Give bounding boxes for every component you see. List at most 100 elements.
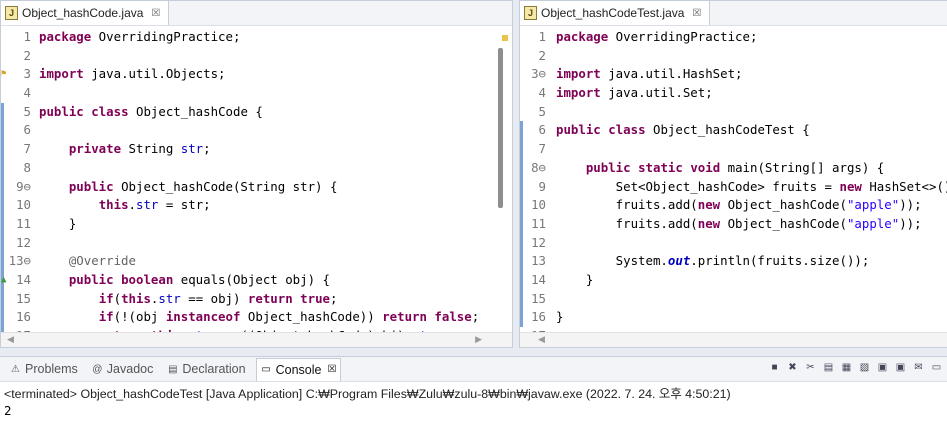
tab-object-hashcode-test[interactable]: J Object_hashCodeTest.java ☒ [520, 1, 711, 25]
code-line[interactable]: 6 public class Object_hashCodeTest { [520, 121, 947, 141]
code-text[interactable]: import java.util.Set; [556, 84, 713, 103]
remove-all-icon[interactable]: ✂ [804, 361, 817, 374]
editor-right[interactable]: J Object_hashCodeTest.java ☒ 1 package Ov… [519, 0, 947, 348]
gutter[interactable]: ⚑ 3 [1, 65, 35, 84]
code-line[interactable]: 7 [520, 140, 947, 159]
gutter[interactable]: 16 [520, 308, 554, 327]
code-text[interactable]: Set<Object_hashCode> fruits = new HashSe… [556, 178, 947, 197]
code-line[interactable]: 2 [520, 47, 947, 66]
code-line[interactable]: 9 Set<Object_hashCode> fruits = new Hash… [520, 177, 947, 197]
gutter[interactable]: 2 [1, 47, 35, 66]
code-line[interactable]: 12 [520, 233, 947, 253]
tab-console[interactable]: ▭ Console ☒ [255, 357, 342, 381]
remove-launch-icon[interactable]: ✖ [786, 361, 799, 374]
code-text[interactable]: package OverridingPractice; [39, 28, 240, 47]
code-text[interactable]: fruits.add(new Object_hashCode("apple"))… [556, 215, 922, 234]
code-text[interactable]: fruits.add(new Object_hashCode("apple"))… [556, 196, 922, 215]
gutter[interactable]: 16 [1, 308, 35, 327]
code-line[interactable]: 7 private String str; [1, 140, 512, 159]
code-text[interactable]: public boolean equals(Object obj) { [39, 271, 330, 290]
gutter[interactable]: 10 [520, 196, 554, 215]
gutter[interactable]: 12 [1, 233, 35, 253]
code-line[interactable]: 11 fruits.add(new Object_hashCode("apple… [520, 214, 947, 234]
gutter[interactable]: 9 [520, 177, 554, 197]
gutter[interactable]: 5 [1, 102, 35, 122]
gutter[interactable]: 11 [1, 214, 35, 234]
gutter[interactable]: 12 [520, 233, 554, 253]
code-text[interactable]: public class Object_hashCodeTest { [556, 121, 810, 140]
code-line[interactable]: 15 if(this.str == obj) return true; [1, 289, 512, 309]
gutter[interactable]: ▲ 14 [1, 270, 35, 290]
scroll-left-icon[interactable]: ◀ [538, 334, 545, 345]
code-text[interactable]: private String str; [39, 140, 211, 159]
horizontal-scrollbar[interactable]: ◀ ▶ [1, 332, 512, 347]
code-line[interactable]: 9⊖ public Object_hashCode(String str) { [1, 177, 512, 197]
code-text[interactable]: package OverridingPractice; [556, 28, 757, 47]
gutter[interactable]: 4 [520, 84, 554, 103]
code-area[interactable]: 1 package OverridingPractice; 2 3⊖ import ja… [520, 28, 947, 347]
code-text[interactable]: import java.util.HashSet; [556, 65, 743, 84]
code-line[interactable]: 8 [1, 158, 512, 178]
gutter[interactable]: 8⊖ [520, 158, 554, 178]
code-line[interactable]: 5 [520, 103, 947, 122]
code-line[interactable]: 8⊖ public static void main(String[] args… [520, 158, 947, 178]
code-area[interactable]: 1 package OverridingPractice; 2 ⚑ 3 import ja… [1, 28, 512, 347]
gutter[interactable]: 14 [520, 270, 554, 290]
code-text[interactable]: public Object_hashCode(String str) { [39, 178, 338, 197]
gutter[interactable]: 8 [1, 158, 35, 178]
code-line[interactable]: 12 [1, 233, 512, 253]
code-text[interactable]: if(!(obj instanceof Object_hashCode)) re… [39, 308, 480, 327]
code-line[interactable]: ▲ 14 public boolean equals(Object obj) { [1, 270, 512, 290]
code-line[interactable]: 10 this.str = str; [1, 196, 512, 215]
gutter[interactable]: 15 [520, 289, 554, 309]
tab-object-hashcode[interactable]: J Object_hashCode.java ☒ [1, 1, 170, 25]
stop-icon[interactable]: ■ [768, 361, 781, 374]
gutter[interactable]: 3⊖ [520, 65, 554, 84]
tab-javadoc[interactable]: @ Javadoc [88, 358, 158, 380]
code-line[interactable]: 10 fruits.add(new Object_hashCode("apple… [520, 196, 947, 215]
gutter[interactable]: 1 [1, 28, 35, 47]
gutter[interactable]: 6 [520, 121, 554, 141]
word-wrap-icon[interactable]: ▧ [858, 361, 871, 374]
code-line[interactable]: 1 package OverridingPractice; [1, 28, 512, 47]
code-text[interactable]: System.out.println(fruits.size()); [556, 252, 870, 271]
code-line[interactable]: 15 [520, 289, 947, 309]
code-line[interactable]: 14 } [520, 270, 947, 290]
code-text[interactable]: } [556, 308, 563, 327]
open-console-icon[interactable]: ✉ [912, 361, 925, 374]
code-text[interactable]: if(this.str == obj) return true; [39, 290, 338, 309]
gutter[interactable]: 7 [520, 140, 554, 159]
code-text[interactable]: import java.util.Objects; [39, 65, 226, 84]
code-line[interactable]: 13 System.out.println(fruits.size()); [520, 252, 947, 271]
code-line[interactable]: 13⊖ @Override [1, 252, 512, 271]
close-icon[interactable]: ☒ [692, 8, 701, 19]
overview-warning-marker[interactable] [502, 35, 508, 41]
code-line[interactable]: 4 [1, 84, 512, 103]
gutter[interactable]: 6 [1, 121, 35, 141]
code-text[interactable]: } [39, 215, 76, 234]
code-line[interactable]: 11 } [1, 214, 512, 234]
editor-left[interactable]: J Object_hashCode.java ☒ 1 package Overri… [0, 0, 513, 348]
scroll-left-icon[interactable]: ◀ [7, 334, 14, 345]
gutter[interactable]: 4 [1, 84, 35, 103]
code-text[interactable]: public class Object_hashCode { [39, 103, 263, 122]
scroll-right-icon[interactable]: ▶ [475, 334, 482, 345]
close-icon[interactable]: ☒ [327, 364, 336, 375]
gutter[interactable]: 1 [520, 28, 554, 47]
code-line[interactable]: 1 package OverridingPractice; [520, 28, 947, 47]
scroll-thumb[interactable] [498, 48, 503, 208]
code-line[interactable]: 16 if(!(obj instanceof Object_hashCode))… [1, 308, 512, 327]
code-text[interactable]: public static void main(String[] args) { [556, 159, 884, 178]
code-text[interactable]: } [556, 271, 593, 290]
code-text[interactable]: this.str = str; [39, 196, 211, 215]
tab-declaration[interactable]: ▤ Declaration [163, 358, 249, 380]
close-icon[interactable]: ☒ [151, 8, 160, 19]
clear-console-icon[interactable]: ▤ [822, 361, 835, 374]
gutter[interactable]: 13 [520, 252, 554, 271]
gutter[interactable]: 9⊖ [1, 177, 35, 197]
code-text[interactable]: @Override [39, 252, 136, 271]
minimize-icon[interactable]: ▭ [930, 361, 943, 374]
code-line[interactable]: 4 import java.util.Set; [520, 84, 947, 103]
scroll-lock-icon[interactable]: ▦ [840, 361, 853, 374]
gutter[interactable]: 7 [1, 140, 35, 159]
